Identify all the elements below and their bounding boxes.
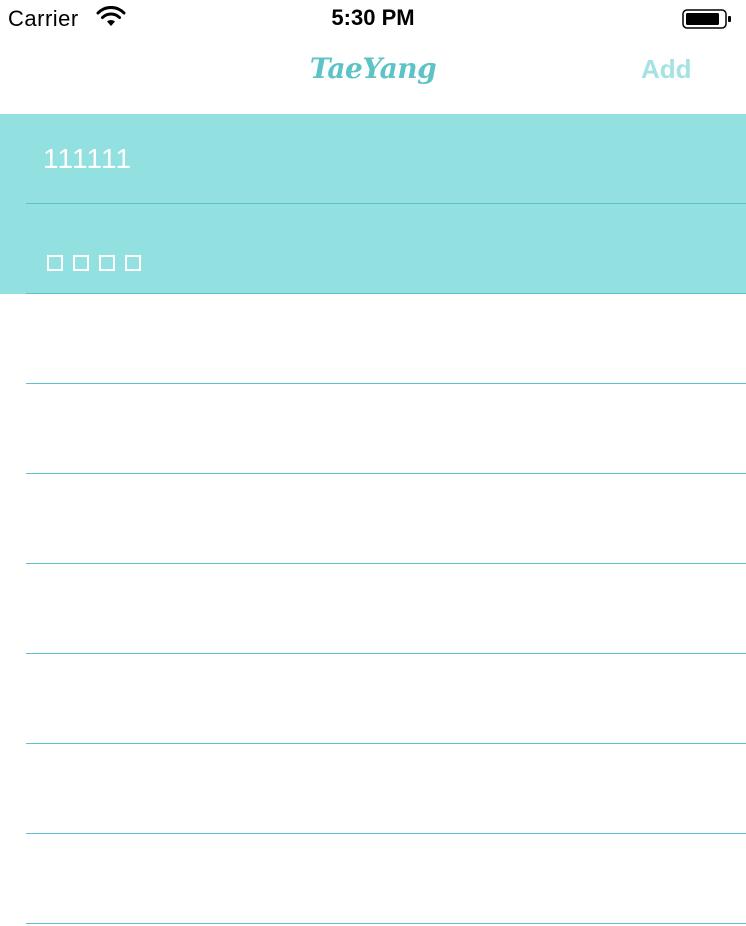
table-list[interactable]: 111111 [0,114,746,924]
missing-glyph-box [125,255,141,272]
nav-title: TaeYang [309,52,437,85]
missing-glyph-box [73,255,89,272]
table-row[interactable] [0,654,746,744]
row-placeholder-glyphs [47,234,151,272]
battery-icon [682,9,731,29]
table-row[interactable] [0,564,746,654]
missing-glyph-box [99,255,115,272]
row-label: 111111 [43,143,133,174]
table-row[interactable] [0,744,746,834]
status-time: 5:30 PM [331,5,415,30]
table-row[interactable] [0,294,746,384]
table-row[interactable] [0,384,746,474]
table-row[interactable] [0,474,746,564]
status-bar: Carrier 5:30 PM [0,0,746,40]
add-button[interactable]: Add [641,54,692,85]
navigation-bar: TaeYang Add [0,40,746,114]
table-row[interactable] [0,204,746,294]
table-row[interactable]: 111111 [0,114,746,204]
missing-glyph-box [47,255,63,272]
table-row[interactable] [0,834,746,924]
row-separator [26,923,746,924]
